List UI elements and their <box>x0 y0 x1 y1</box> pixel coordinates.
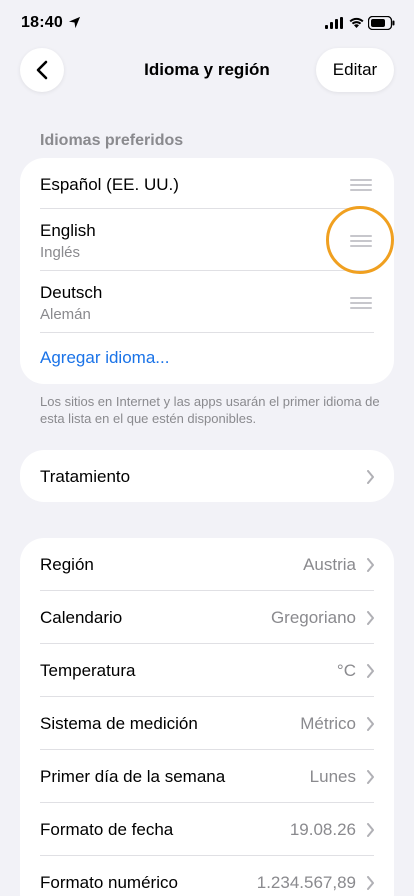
setting-value: 1.234.567,89 <box>256 873 356 892</box>
cellular-signal-icon <box>325 17 343 29</box>
treatment-label: Tratamiento <box>40 467 131 486</box>
setting-label: Sistema de medición <box>40 714 198 733</box>
language-subtitle: Inglés <box>40 244 81 261</box>
chevron-right-icon <box>367 558 374 572</box>
settings-row-date-format[interactable]: Formato de fecha 19.08.26 <box>20 803 394 856</box>
setting-value: 19.08.26 <box>289 820 356 839</box>
languages-footnote: Los sitios en Internet y las apps usarán… <box>40 394 380 426</box>
chevron-right-icon <box>367 470 374 484</box>
setting-value: Gregoriano <box>270 608 356 627</box>
language-row-german[interactable]: Deutsch Alemán <box>20 271 394 333</box>
settings-row-temperature[interactable]: Temperatura °C <box>20 644 394 697</box>
reorder-handle-icon[interactable] <box>350 297 372 309</box>
settings-row-region[interactable]: Región Austria <box>20 538 394 591</box>
location-arrow-icon <box>68 16 81 29</box>
chevron-right-icon <box>367 876 374 890</box>
region-settings-card: Región Austria Calendario Gregoriano Tem… <box>20 538 394 896</box>
chevron-right-icon <box>367 717 374 731</box>
language-title: Español (EE. UU.) <box>40 175 179 194</box>
setting-label: Formato de fecha <box>40 820 174 839</box>
chevron-right-icon <box>367 611 374 625</box>
setting-label: Calendario <box>40 608 123 627</box>
chevron-right-icon <box>367 823 374 837</box>
setting-label: Formato numérico <box>40 873 178 892</box>
setting-label: Primer día de la semana <box>40 767 226 786</box>
settings-row-calendar[interactable]: Calendario Gregoriano <box>20 591 394 644</box>
battery-icon <box>368 16 395 30</box>
divider <box>40 332 374 333</box>
chevron-right-icon <box>367 664 374 678</box>
settings-row-measurement[interactable]: Sistema de medición Métrico <box>20 697 394 750</box>
setting-value: Métrico <box>300 714 356 733</box>
language-subtitle: Alemán <box>40 306 91 323</box>
setting-label: Región <box>40 555 94 574</box>
language-title: Deutsch <box>40 283 103 302</box>
treatment-card[interactable]: Tratamiento <box>20 450 394 502</box>
settings-row-first-weekday[interactable]: Primer día de la semana Lunes <box>20 750 394 803</box>
highlight-circle <box>326 206 394 274</box>
status-time: 18:40 <box>21 14 63 31</box>
settings-row-number-format[interactable]: Formato numérico 1.234.567,89 <box>20 856 394 896</box>
reorder-handle-icon[interactable] <box>350 179 372 191</box>
setting-value: Lunes <box>309 767 356 786</box>
wifi-icon <box>349 17 364 28</box>
status-bar: 18:40 <box>0 0 414 48</box>
setting-value: °C <box>336 661 356 680</box>
languages-card: Español (EE. UU.) English Inglés Deutsch… <box>20 158 394 384</box>
language-title: English <box>40 221 96 240</box>
preferred-languages-header: Idiomas preferidos <box>40 132 184 149</box>
edit-button[interactable]: Editar <box>316 48 394 92</box>
chevron-right-icon <box>367 770 374 784</box>
setting-label: Temperatura <box>40 661 136 680</box>
setting-value: Austria <box>303 555 356 574</box>
language-row-spanish[interactable]: Español (EE. UU.) <box>20 158 394 209</box>
add-language-link[interactable]: Agregar idioma... <box>40 348 169 368</box>
